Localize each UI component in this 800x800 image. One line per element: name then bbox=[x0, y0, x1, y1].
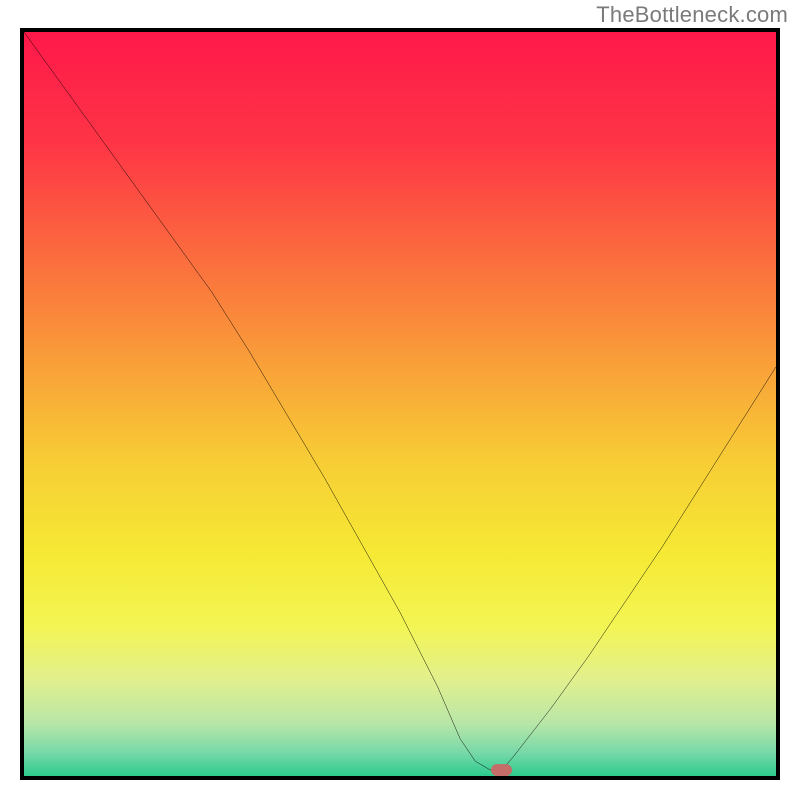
chart-svg bbox=[24, 32, 776, 776]
bottleneck-marker bbox=[491, 764, 512, 776]
plot-background bbox=[24, 32, 776, 776]
watermark-label: TheBottleneck.com bbox=[596, 2, 788, 28]
chart-frame bbox=[20, 28, 780, 780]
